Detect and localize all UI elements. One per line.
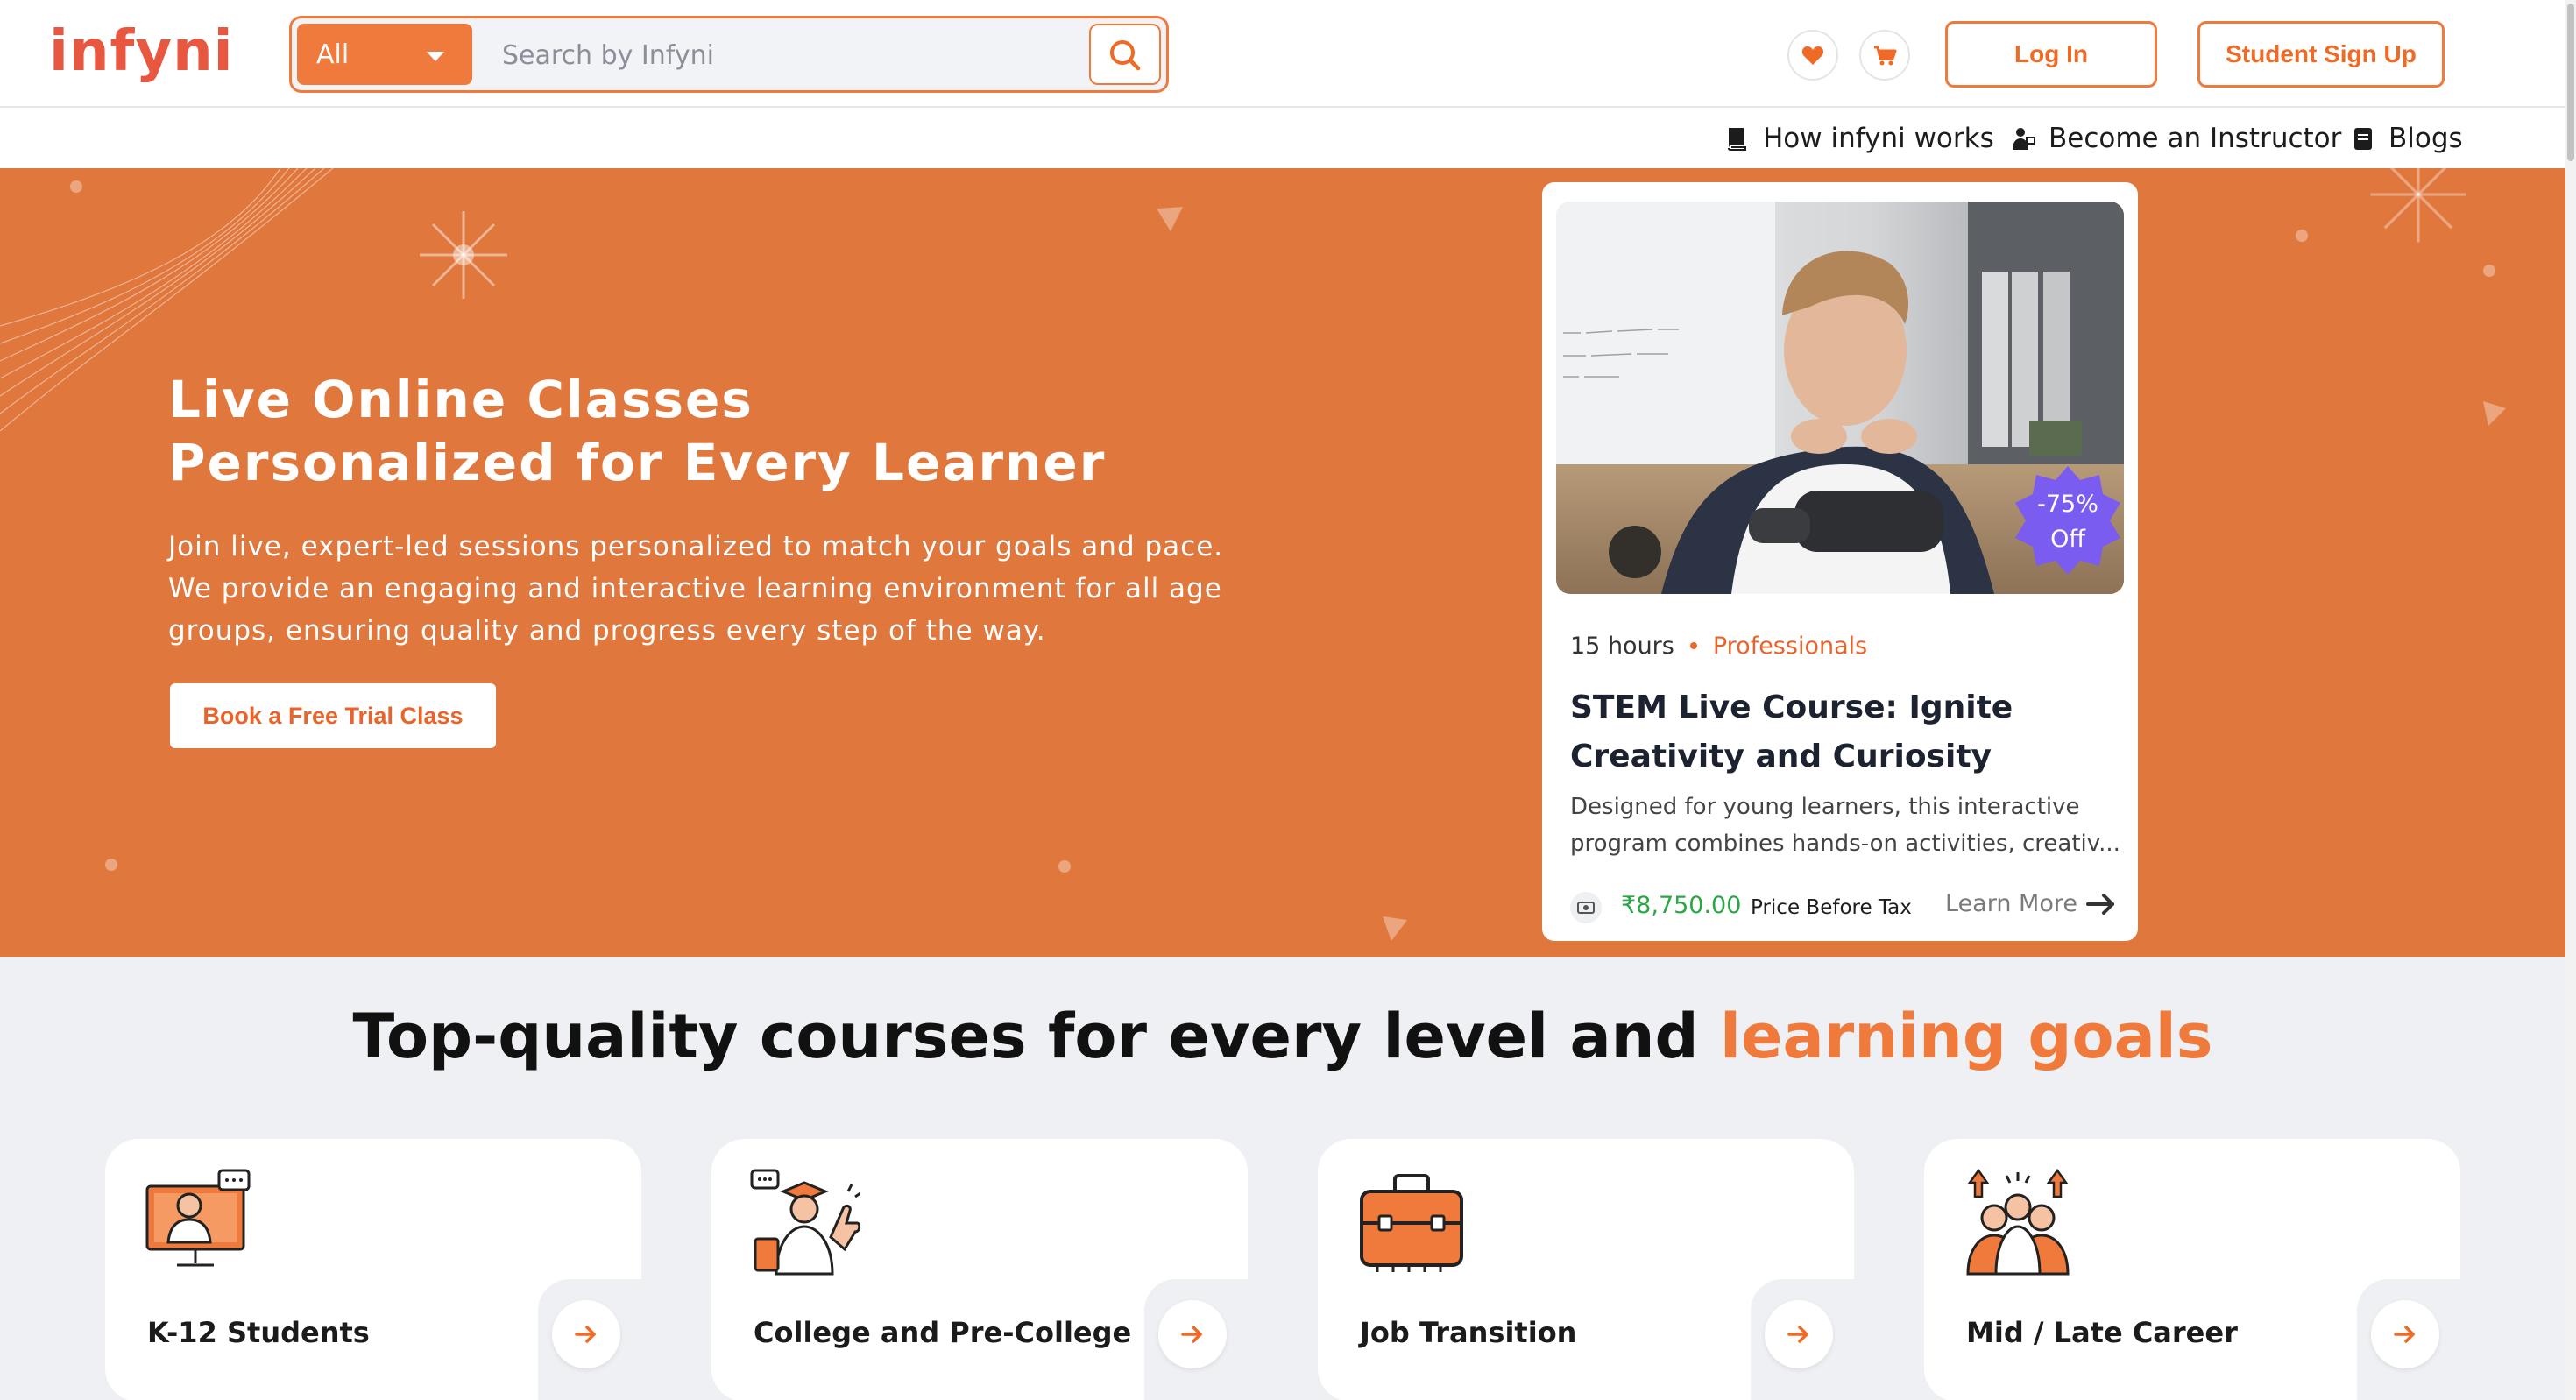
decorative-dot	[1058, 860, 1071, 873]
book-free-trial-button[interactable]: Book a Free Trial Class	[170, 683, 496, 748]
chevron-down-icon	[427, 52, 444, 61]
decorative-dot	[70, 180, 82, 193]
search-category-value: All	[316, 39, 350, 70]
top-header: infyni All Log In Student Sign Up	[0, 0, 2576, 108]
course-thumbnail[interactable]: -75% Off	[1556, 202, 2124, 594]
course-level[interactable]: Professionals	[1713, 633, 1867, 660]
price-icon	[1570, 892, 1602, 923]
book-icon	[1728, 128, 1746, 151]
learn-more-label: Learn More	[1945, 890, 2077, 917]
sparkle-icon	[2370, 168, 2466, 243]
briefcase-icon	[1360, 1174, 1463, 1272]
hero-banner: Live Online Classes Personalized for Eve…	[0, 168, 2565, 957]
cart-button[interactable]	[1859, 30, 1910, 81]
category-arrow-button[interactable]	[1765, 1300, 1833, 1368]
arrow-right-icon	[1181, 1326, 1202, 1343]
hero-title-line-2: Personalized for Every Learner	[168, 433, 1107, 492]
money-icon	[1577, 902, 1595, 914]
category-card-k12[interactable]: K-12 Students	[105, 1139, 641, 1400]
decorative-dot	[2483, 265, 2495, 277]
category-card-job-transition[interactable]: Job Transition	[1318, 1139, 1854, 1400]
learn-more-link[interactable]: Learn More	[1945, 890, 2116, 917]
hero-title-line-1: Live Online Classes	[168, 370, 754, 429]
wishlist-button[interactable]	[1787, 30, 1838, 81]
scrollbar-thumb[interactable]	[2567, 4, 2574, 161]
nav-how-infyni-works[interactable]: How infyni works	[1724, 121, 1994, 156]
discount-suffix: Off	[2050, 526, 2085, 553]
arrow-right-icon	[575, 1326, 596, 1343]
decorative-dot	[105, 859, 117, 871]
nav-label: How infyni works	[1763, 123, 1994, 154]
nav-label: Blogs	[2388, 123, 2463, 154]
category-arrow-button[interactable]	[1158, 1300, 1227, 1368]
triangle-decoration	[1157, 207, 1183, 231]
student-signup-button[interactable]: Student Sign Up	[2197, 21, 2445, 88]
page-scrollbar[interactable]	[2565, 0, 2576, 1400]
decorative-dot	[2296, 230, 2308, 242]
arrow-right-icon	[1787, 1326, 1808, 1343]
search-category-dropdown[interactable]: All	[297, 24, 472, 85]
instructor-icon	[2013, 128, 2035, 150]
nav-blogs[interactable]: Blogs	[2350, 121, 2463, 156]
category-arrow-button[interactable]	[2371, 1300, 2439, 1368]
category-card-mid-late-career[interactable]: Mid / Late Career	[1924, 1139, 2460, 1400]
secondary-nav: How infyni works Become an Instructor Bl…	[0, 109, 2576, 168]
separator-dot	[1689, 642, 1697, 649]
course-price: ₹8,750.00	[1621, 892, 1742, 919]
blog-icon	[2354, 128, 2372, 150]
search-button[interactable]	[1089, 24, 1161, 85]
category-label: College and Pre-College	[754, 1316, 1132, 1349]
cart-icon	[1874, 46, 1897, 66]
search-icon	[1110, 40, 1141, 71]
discount-text: -75% Off	[2012, 487, 2124, 557]
career-growth-icon	[1966, 1168, 2070, 1276]
heart-icon	[1801, 46, 1824, 65]
arrow-right-icon	[2394, 1326, 2415, 1343]
nav-label: Become an Instructor	[2049, 123, 2342, 154]
categories-heading: Top-quality courses for every level and …	[0, 1001, 2565, 1072]
heading-main: Top-quality courses for every level and	[352, 1001, 1720, 1072]
graduate-thumbs-up-icon	[750, 1169, 860, 1276]
category-label: K-12 Students	[147, 1316, 370, 1349]
category-label: Mid / Late Career	[1966, 1316, 2238, 1349]
discount-value: -75%	[2037, 491, 2098, 518]
featured-course-card[interactable]: -75% Off 15 hours Professionals STEM Live…	[1542, 182, 2138, 941]
course-title[interactable]: STEM Live Course: Ignite Creativity and …	[1570, 683, 2113, 781]
category-arrow-button[interactable]	[552, 1300, 620, 1368]
category-card-college[interactable]: College and Pre-College	[711, 1139, 1248, 1400]
infyni-logo[interactable]: infyni	[49, 19, 234, 84]
course-meta: 15 hours Professionals	[1570, 633, 1867, 660]
heading-highlight: learning goals	[1720, 1001, 2213, 1072]
category-label: Job Transition	[1360, 1316, 1577, 1349]
student-at-screen-icon	[145, 1169, 251, 1267]
course-duration: 15 hours	[1570, 633, 1674, 660]
triangle-decoration	[1383, 916, 1407, 941]
discount-badge: -75% Off	[2012, 464, 2124, 576]
triangle-decoration	[2483, 401, 2506, 426]
course-description: Designed for young learners, this intera…	[1570, 794, 2120, 857]
arrow-right-icon	[2085, 893, 2114, 915]
hero-title: Live Online Classes Personalized for Eve…	[168, 368, 1307, 494]
course-categories-section: Top-quality courses for every level and …	[0, 957, 2565, 1400]
price-note: Price Before Tax	[1751, 896, 1912, 919]
sparkle-icon	[420, 211, 507, 299]
nav-become-instructor[interactable]: Become an Instructor	[2010, 121, 2341, 156]
login-button[interactable]: Log In	[1945, 21, 2157, 88]
hero-description: Join live, expert-led sessions personali…	[168, 531, 1224, 647]
search-bar: All	[289, 16, 1169, 93]
search-input[interactable]	[502, 31, 1080, 80]
